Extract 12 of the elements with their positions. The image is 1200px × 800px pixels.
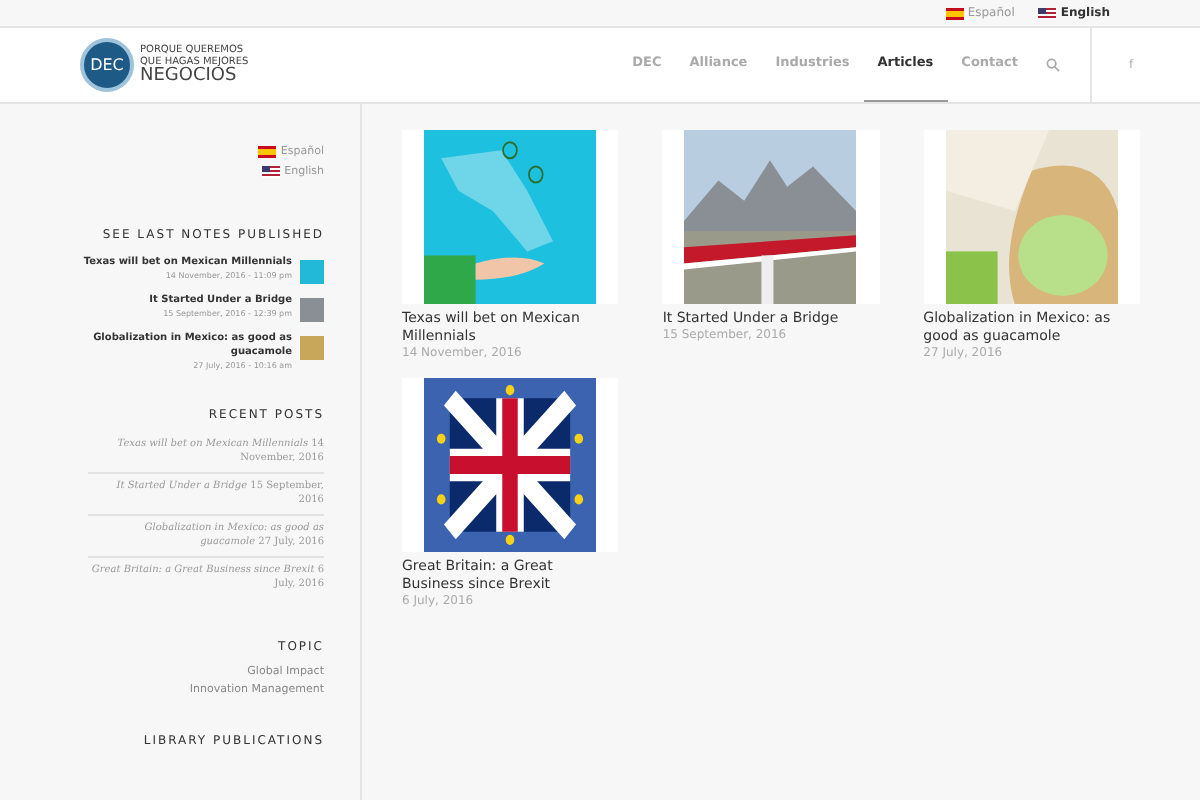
flag-icon (1038, 7, 1057, 19)
article-image[interactable] (424, 378, 597, 552)
thumbnail-image (300, 335, 324, 359)
article-image[interactable] (684, 130, 857, 304)
flag-icon (262, 166, 281, 179)
thumbnail-image (300, 259, 324, 283)
logo-tagline: NEGOCIOS (140, 68, 239, 86)
flag-icon (258, 146, 277, 159)
flag-icon (945, 7, 964, 19)
logo-mark[interactable]: DEC (80, 38, 134, 92)
search-icon (1046, 58, 1060, 72)
thumbnail-image (300, 297, 324, 321)
